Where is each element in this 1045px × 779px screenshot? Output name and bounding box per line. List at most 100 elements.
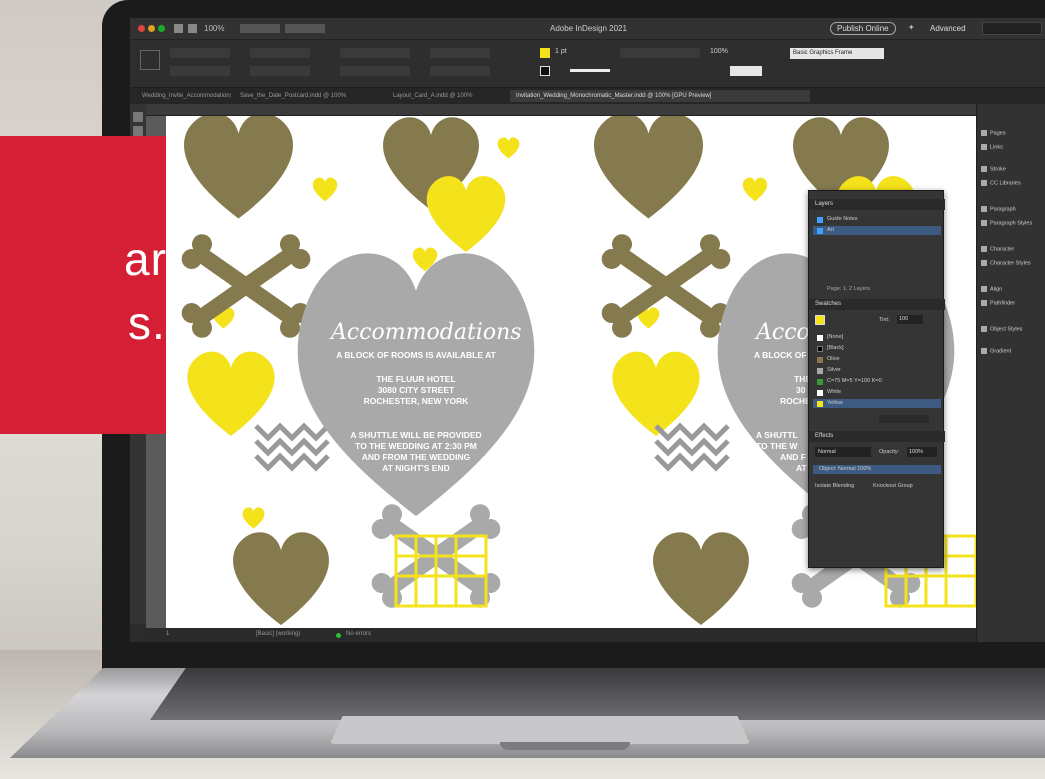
swatch-row[interactable]: [Black] [813,344,941,353]
shear-field[interactable] [430,66,490,76]
swatch-color-icon [817,357,823,363]
promo-text-line-2: s. [128,297,166,349]
screen-mode-dropdown[interactable] [285,24,325,33]
workspace-switcher[interactable]: Advanced [930,24,966,33]
width-field[interactable] [250,48,310,58]
rotation-field[interactable] [430,48,490,58]
stroke-style-preview[interactable] [570,69,610,72]
view-options-dropdown[interactable] [240,24,280,33]
document-tab[interactable]: Wedding_Invite_Accommodations.indd @ 100… [136,90,231,102]
shuttle-line-4: AT NIGHT'S END [382,463,450,473]
search-input[interactable] [982,22,1042,35]
document-tab[interactable]: Layout_Card_A.indd @ 100% [387,90,507,102]
effects-panel-tab[interactable]: Effects [809,431,945,442]
scale-x-field[interactable] [340,48,410,58]
swatch-row[interactable]: Olive [813,355,941,364]
promo-text-line-1: ar [124,233,167,285]
preflight-profile[interactable]: [Basic] (working) [256,631,300,637]
heading-script: Accommodations [331,320,522,345]
preflight-status[interactable]: No errors [346,631,371,637]
dock-item-pathfinder[interactable]: Pathfinder [981,300,1015,306]
bridge-icon[interactable] [174,24,183,33]
dock-item-character-styles[interactable]: Character Styles [981,260,1031,266]
document-tab-active[interactable]: Invitation_Wedding_Monochromatic_Master.… [510,90,810,102]
dock-item-character[interactable]: Character [981,246,1014,252]
swatch-row[interactable]: C=75 M=5 Y=100 K=0 [813,377,941,386]
blend-mode-dropdown[interactable]: Normal [815,447,871,457]
layers-panel-tab[interactable]: Layers [809,199,945,210]
control-panel: 1 pt 100% Basic Graphics Frame [130,40,1045,88]
laptop-screen: 100% Adobe InDesign 2021 Publish Online … [130,18,1045,642]
object-style-dropdown[interactable]: Basic Graphics Frame [790,48,884,59]
minimize-window-icon[interactable] [148,25,155,32]
effects-object-row[interactable]: Object: Normal 100% [813,465,941,474]
links-icon [981,144,987,150]
document-tabs: Wedding_Invite_Accommodations.indd @ 100… [130,88,1045,104]
hotel-street-text: 3080 CITY STREET [377,385,455,395]
text-wrap-controls[interactable] [620,48,700,58]
document-tab[interactable]: Save_the_Date_Postcard.indd @ 100% [234,90,384,102]
swatch-actions[interactable] [879,415,929,423]
window-title: Adobe InDesign 2021 [550,24,627,33]
character-icon [981,246,987,252]
dock-item-cc-libraries[interactable]: CC Libraries [981,180,1021,186]
layer-row[interactable]: Guide Notes [813,215,941,224]
selection-tool-icon[interactable] [133,112,143,122]
x-position-field[interactable] [170,48,230,58]
dock-item-links[interactable]: Links [981,144,1003,150]
dock-item-object-styles[interactable]: Object Styles [981,326,1022,332]
left-page-art [177,113,535,625]
isolate-blending-checkbox[interactable]: Isolate Blending [815,483,854,489]
fx-field[interactable] [730,66,762,76]
tint-input[interactable]: 100 [897,315,923,324]
y-position-field[interactable] [170,66,230,76]
paragraph-icon [981,206,987,212]
align-icon [981,286,987,292]
dock-item-paragraph[interactable]: Paragraph [981,206,1016,212]
shuttle-line-1: A SHUTTLE WILL BE PROVIDED [350,430,482,440]
fill-swatch-preview[interactable] [815,315,825,325]
direct-selection-tool-icon[interactable] [133,126,143,136]
maximize-window-icon[interactable] [158,25,165,32]
laptop-front-notch [500,742,630,750]
swatch-row[interactable]: Silver [813,366,941,375]
reference-point-icon[interactable] [140,50,160,70]
swatch-color-icon [817,390,823,396]
horizontal-ruler [146,104,976,116]
paragraph-styles-icon [981,220,987,226]
page-number-field[interactable]: 1 [166,631,169,637]
layer-row-selected[interactable]: Art [813,226,941,235]
stock-icon[interactable] [188,24,197,33]
promo-red-card: ar s. [0,136,166,434]
dock-item-pages[interactable]: Pages [981,130,1006,136]
layer-color-icon [817,217,823,223]
dock-item-gradient[interactable]: Gradient [981,348,1011,354]
opacity-field[interactable]: 100% [710,48,728,55]
dock-item-align[interactable]: Align [981,286,1002,292]
lightbulb-icon[interactable]: ✦ [908,23,915,32]
swatch-row[interactable]: White [813,388,941,397]
dock-item-stroke[interactable]: Stroke [981,166,1006,172]
stroke-swatch[interactable] [540,66,550,76]
swatch-color-icon [817,335,823,341]
shuttle-line-2: TO THE WEDDING AT 2:30 PM [355,441,477,451]
knockout-group-checkbox[interactable]: Knockout Group [873,483,913,489]
close-window-icon[interactable] [138,25,145,32]
scale-y-field[interactable] [340,66,410,76]
publish-online-button[interactable]: Publish Online [830,22,896,35]
swatches-panel-tab[interactable]: Swatches [809,299,945,310]
stroke-weight[interactable]: 1 pt [555,48,567,55]
laptop-trackpad [330,716,750,744]
swatch-row[interactable]: [None] [813,333,941,342]
fill-swatch[interactable] [540,48,550,58]
preflight-ok-icon [336,633,341,638]
swatch-color-icon [817,346,823,352]
swatch-row-selected[interactable]: Yellow [813,399,941,408]
block-of-rooms-text: A BLOCK OF ROOMS IS AVAILABLE AT [336,350,496,360]
height-field[interactable] [250,66,310,76]
opacity-input[interactable]: 100% [907,447,937,457]
status-bar: 1 [Basic] (working) No errors [146,628,976,642]
dock-item-paragraph-styles[interactable]: Paragraph Styles [981,220,1032,226]
zoom-level[interactable]: 100% [204,24,224,33]
layer-color-icon [817,228,823,234]
